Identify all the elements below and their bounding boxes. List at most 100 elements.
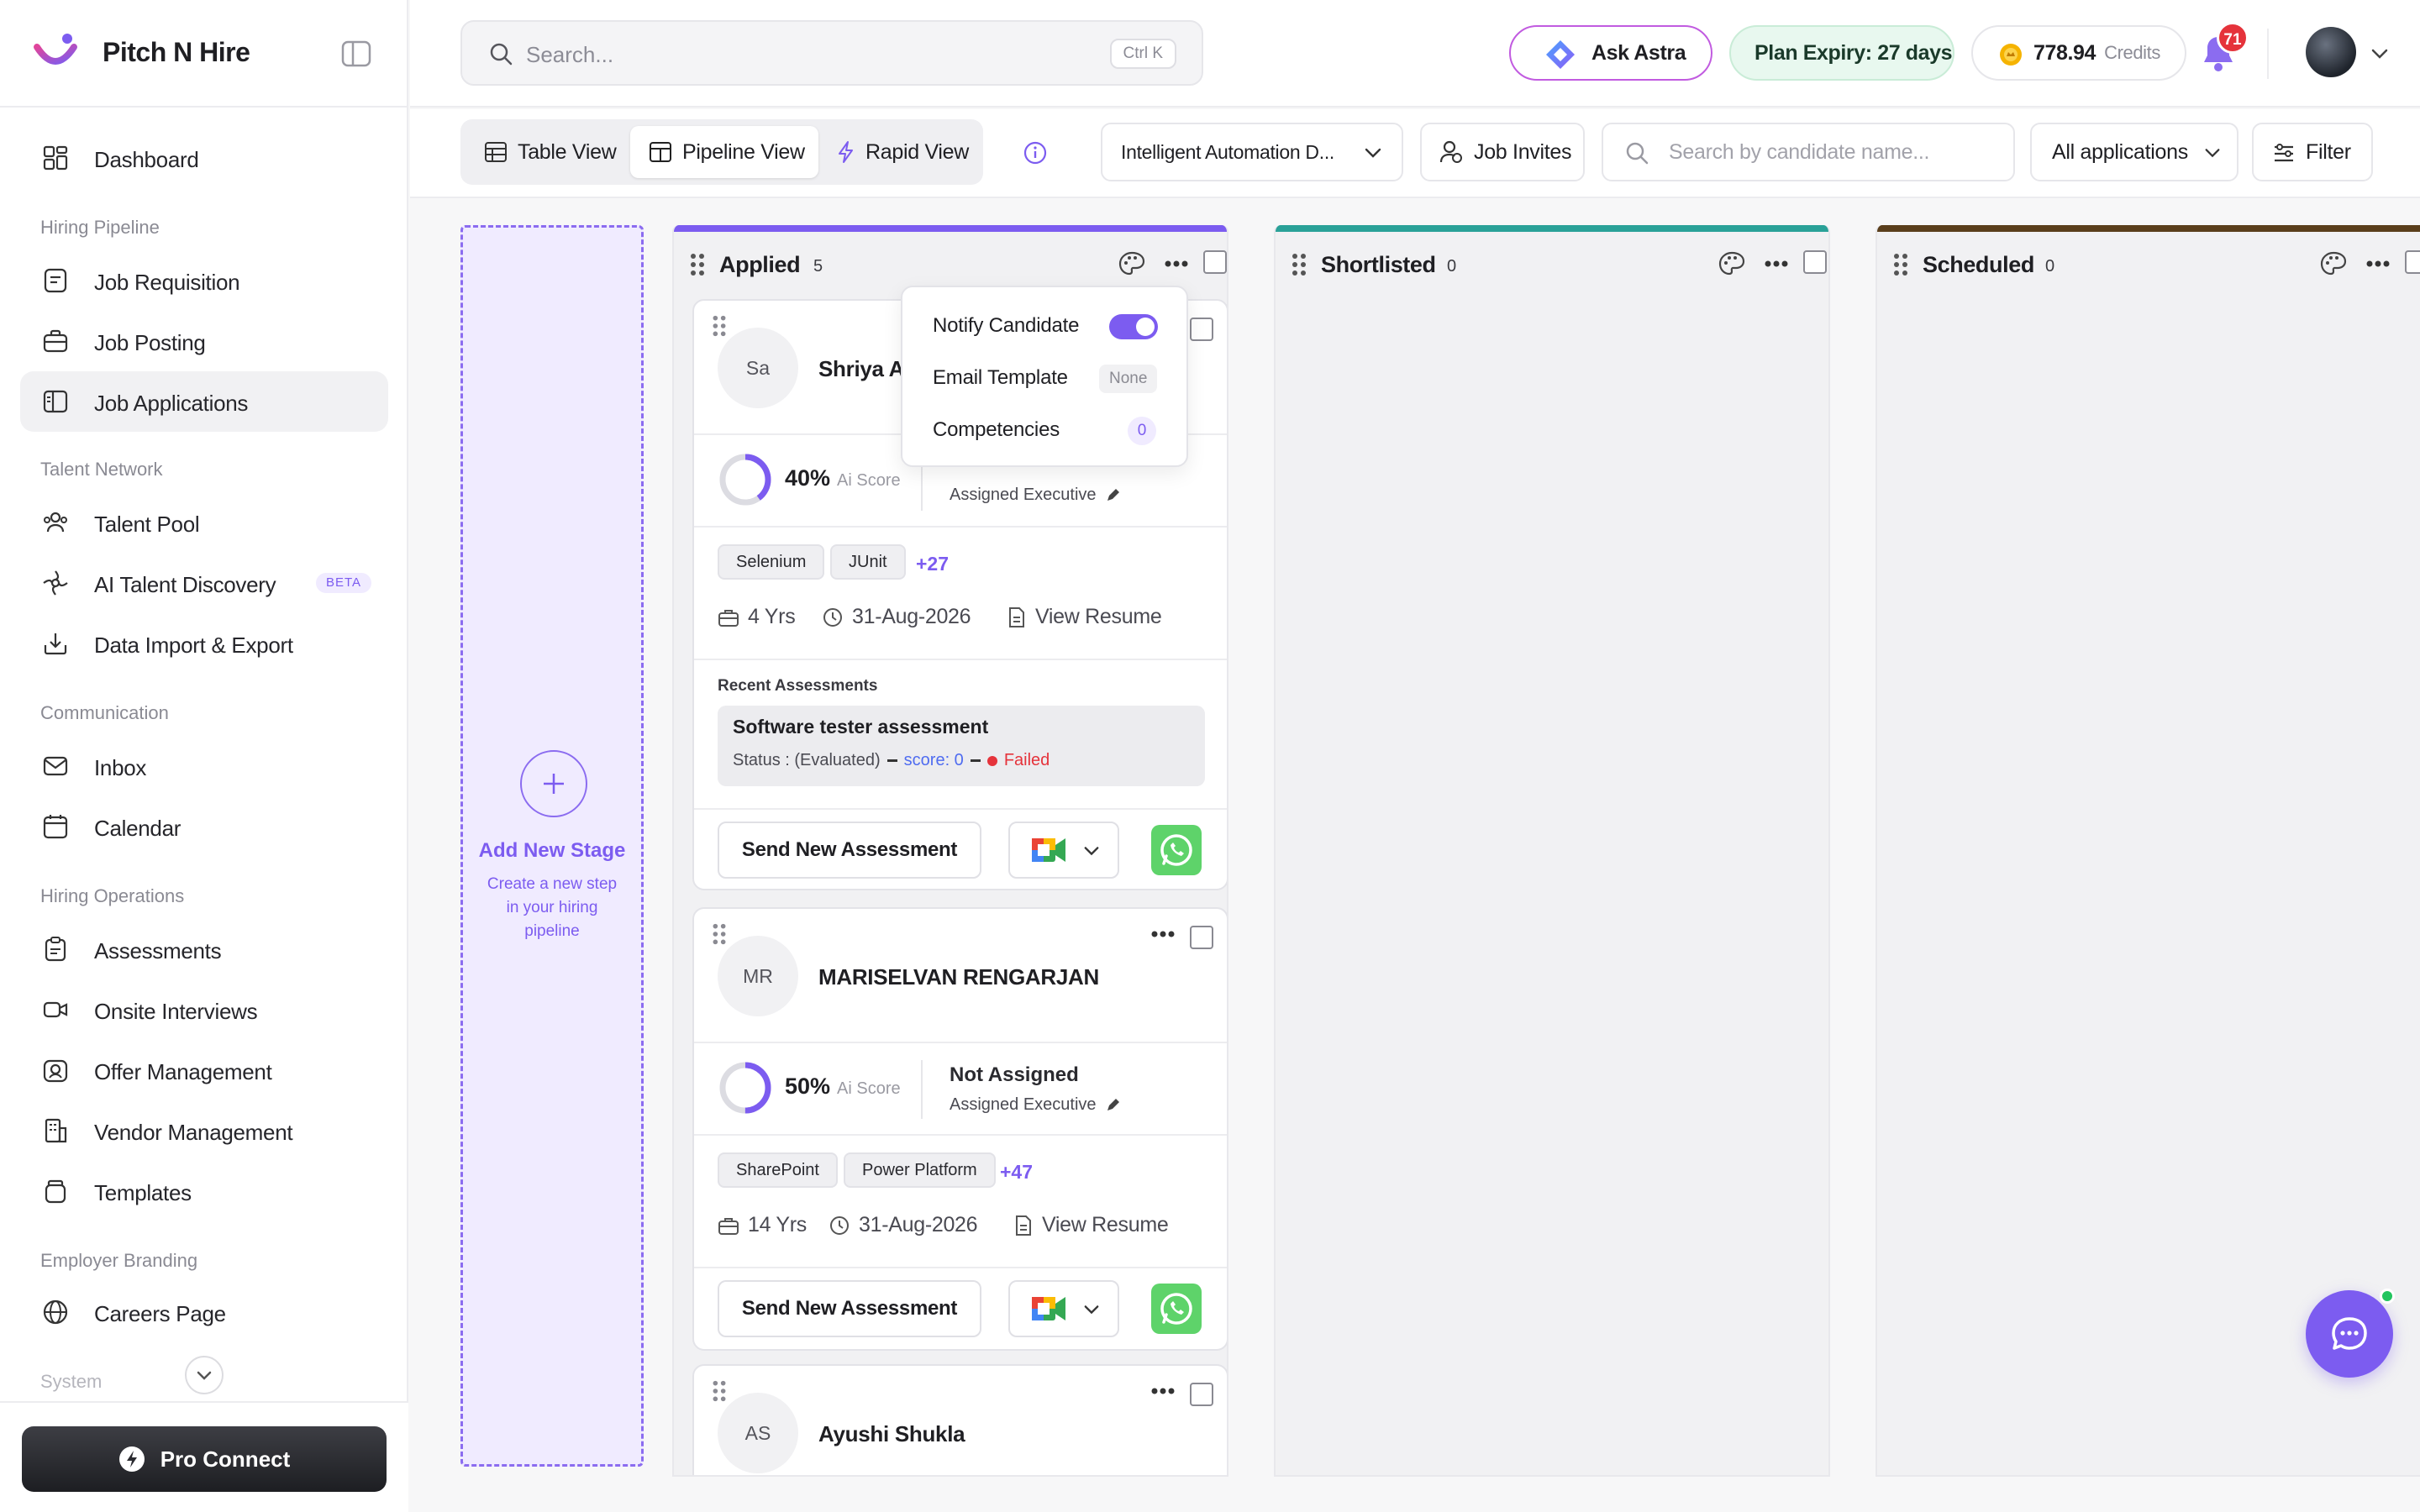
briefcase-icon bbox=[718, 1217, 739, 1235]
sidebar-item-dashboard[interactable]: Dashboard bbox=[20, 128, 388, 188]
sidebar-item-offer-management[interactable]: Offer Management bbox=[20, 1040, 388, 1100]
schedule-meet-dropdown[interactable] bbox=[1008, 1280, 1119, 1337]
more-skills-link[interactable]: +27 bbox=[916, 553, 949, 575]
sidebar-item-ai-talent-discovery[interactable]: AI Talent Discovery BETA bbox=[20, 553, 388, 613]
edit-pencil-icon[interactable] bbox=[1105, 488, 1120, 503]
send-new-assessment-button[interactable]: Send New Assessment bbox=[718, 822, 981, 879]
column-select-checkbox[interactable] bbox=[2405, 250, 2420, 274]
sidebar-item-assessments[interactable]: Assessments bbox=[20, 919, 388, 979]
drag-handle-icon[interactable] bbox=[711, 314, 728, 338]
ai-score-value: 40% bbox=[785, 465, 831, 491]
edit-pencil-icon[interactable] bbox=[1105, 1098, 1120, 1113]
ask-astra-button[interactable]: Ask Astra bbox=[1509, 25, 1712, 81]
assigned-executive[interactable]: Assigned Executive bbox=[950, 486, 1120, 505]
sidebar-item-job-requisition[interactable]: Job Requisition bbox=[20, 250, 388, 311]
applied-date-value: 31-Aug-2026 bbox=[852, 605, 971, 628]
send-new-assessment-button[interactable]: Send New Assessment bbox=[718, 1280, 981, 1337]
job-select-dropdown[interactable]: Intelligent Automation D... bbox=[1101, 123, 1403, 181]
sidebar-item-job-posting[interactable]: Job Posting bbox=[20, 311, 388, 371]
assessment-item[interactable]: Software tester assessment Status : (Eva… bbox=[718, 706, 1205, 786]
document-icon bbox=[1016, 1215, 1031, 1236]
drag-handle-icon[interactable] bbox=[711, 1379, 728, 1403]
view-resume-link[interactable]: View Resume bbox=[1013, 1213, 1169, 1237]
more-options-icon[interactable] bbox=[1765, 260, 1788, 267]
card-select-checkbox[interactable] bbox=[1190, 1383, 1213, 1406]
add-stage-subtitle: Create a new step in your hiring pipelin… bbox=[487, 875, 618, 940]
credits-value: 778.94 bbox=[2033, 40, 2096, 65]
header-divider bbox=[2267, 29, 2269, 79]
drag-handle-icon[interactable] bbox=[711, 922, 728, 946]
add-new-stage-button[interactable]: Add New Stage Create a new step in your … bbox=[460, 225, 644, 1467]
more-options-icon[interactable] bbox=[1151, 931, 1175, 937]
tab-pipeline-view[interactable]: Pipeline View bbox=[630, 126, 818, 178]
card-select-checkbox[interactable] bbox=[1190, 318, 1213, 341]
competencies-count[interactable]: 0 bbox=[1128, 417, 1156, 445]
whatsapp-button[interactable] bbox=[1151, 825, 1202, 875]
sidebar-item-job-applications[interactable]: Job Applications bbox=[20, 371, 388, 432]
sidebar-item-templates[interactable]: Templates bbox=[20, 1161, 388, 1221]
chat-support-button[interactable] bbox=[2306, 1290, 2393, 1378]
sidebar-item-careers-page[interactable]: Careers Page bbox=[20, 1282, 388, 1342]
sidebar-collapse-icon[interactable] bbox=[341, 39, 371, 68]
job-invites-button[interactable]: Job Invites bbox=[1420, 123, 1585, 181]
sidebar-item-label: AI Talent Discovery bbox=[94, 572, 276, 597]
sidebar-item-calendar[interactable]: Calendar bbox=[20, 796, 388, 857]
tab-rapid-view[interactable]: Rapid View bbox=[818, 126, 978, 178]
sidebar-item-vendor-management[interactable]: Vendor Management bbox=[20, 1100, 388, 1161]
palette-icon[interactable] bbox=[1718, 250, 1746, 279]
info-icon[interactable] bbox=[1022, 139, 1049, 166]
plan-expiry-label: Plan Expiry: 27 days bbox=[1754, 40, 1953, 65]
sidebar-item-label: Offer Management bbox=[94, 1059, 272, 1084]
whatsapp-button[interactable] bbox=[1151, 1284, 1202, 1334]
more-options-icon[interactable] bbox=[1165, 260, 1188, 267]
credits-badge[interactable]: 778.94 Credits bbox=[1971, 25, 2186, 81]
card-select-checkbox[interactable] bbox=[1190, 926, 1213, 949]
drag-handle-icon[interactable] bbox=[1892, 252, 1909, 277]
table-icon bbox=[485, 142, 507, 162]
sidebar-item-data-import-export[interactable]: Data Import & Export bbox=[20, 613, 388, 674]
template-icon bbox=[45, 1179, 66, 1204]
more-options-icon[interactable] bbox=[1151, 1388, 1175, 1394]
schedule-meet-dropdown[interactable] bbox=[1008, 822, 1119, 879]
candidate-name[interactable]: Ayushi Shukla bbox=[818, 1421, 965, 1447]
assigned-executive-label: Assigned Executive bbox=[950, 1095, 1097, 1114]
candidate-card[interactable]: MR MARISELVAN RENGARJAN 50% Ai Score Not … bbox=[692, 907, 1227, 1351]
sidebar-item-onsite-interviews[interactable]: Onsite Interviews bbox=[20, 979, 388, 1040]
sidebar-item-label: Data Import & Export bbox=[94, 633, 293, 658]
plus-icon bbox=[520, 750, 587, 817]
candidate-search-input[interactable]: Search by candidate name... bbox=[1602, 123, 2015, 181]
global-search-input[interactable]: Search... Ctrl K bbox=[460, 20, 1203, 86]
tab-table-view[interactable]: Table View bbox=[466, 126, 630, 178]
more-skills-link[interactable]: +47 bbox=[1000, 1161, 1033, 1184]
skill-tag: SharePoint bbox=[718, 1152, 838, 1188]
applied-date: 31-Aug-2026 bbox=[822, 605, 971, 629]
palette-icon[interactable] bbox=[2319, 250, 2348, 279]
view-resume-link[interactable]: View Resume bbox=[1007, 605, 1162, 629]
assigned-executive[interactable]: Assigned Executive bbox=[950, 1095, 1120, 1115]
email-template-select[interactable]: None bbox=[1099, 365, 1158, 393]
sidebar-item-talent-pool[interactable]: Talent Pool bbox=[20, 492, 388, 553]
sidebar-item-inbox[interactable]: Inbox bbox=[20, 736, 388, 796]
drag-handle-icon[interactable] bbox=[689, 252, 706, 277]
scroll-down-button[interactable] bbox=[185, 1356, 224, 1394]
column-select-checkbox[interactable] bbox=[1203, 250, 1227, 274]
astra-icon bbox=[1546, 40, 1575, 69]
notify-candidate-toggle[interactable] bbox=[1109, 314, 1158, 339]
candidate-avatar: Sa bbox=[718, 328, 798, 408]
filter-button[interactable]: Filter bbox=[2252, 123, 2373, 181]
column-color-bar bbox=[1276, 225, 1828, 232]
more-options-icon[interactable] bbox=[2366, 260, 2390, 267]
chevron-down-icon[interactable] bbox=[2370, 45, 2390, 62]
palette-icon[interactable] bbox=[1118, 250, 1146, 279]
candidate-name[interactable]: MARISELVAN RENGARJAN bbox=[818, 964, 1099, 990]
column-select-checkbox[interactable] bbox=[1803, 250, 1827, 274]
candidate-card[interactable]: AS Ayushi Shukla bbox=[692, 1364, 1227, 1475]
section-hiring-operations: Hiring Operations bbox=[40, 885, 185, 906]
ask-astra-label: Ask Astra bbox=[1591, 40, 1686, 65]
applications-filter-dropdown[interactable]: All applications bbox=[2030, 123, 2238, 181]
drag-handle-icon[interactable] bbox=[1291, 252, 1307, 277]
beta-badge: BETA bbox=[316, 573, 372, 593]
clipboard-icon bbox=[45, 937, 66, 962]
user-avatar[interactable] bbox=[2306, 27, 2356, 77]
pro-connect-button[interactable]: Pro Connect bbox=[22, 1426, 387, 1492]
